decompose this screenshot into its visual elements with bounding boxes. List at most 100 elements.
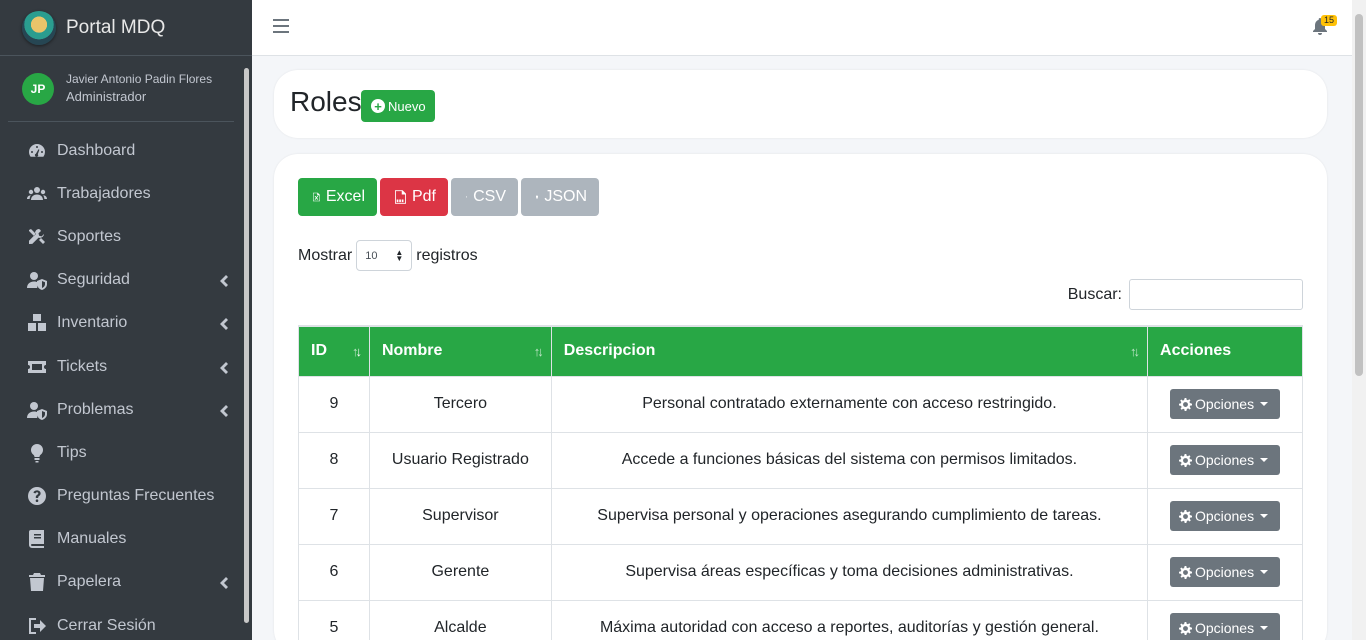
- sidebar-item-label: Tips: [57, 443, 87, 461]
- sidebar-item-label: Papelera: [57, 573, 122, 591]
- cell-descripcion: Accede a funciones básicas del sistema c…: [550, 431, 1149, 489]
- question-circle-icon: [26, 485, 48, 507]
- chevron-left-icon: [218, 317, 228, 331]
- sidebar-item-preguntas-frecuentes[interactable]: Preguntas Frecuentes: [0, 475, 252, 518]
- column-header-acciones: Acciones: [1147, 325, 1303, 377]
- options-dropdown-button[interactable]: Opciones: [1169, 389, 1281, 419]
- table-row: 5 Alcalde Máxima autoridad con acceso a …: [298, 599, 1303, 640]
- sidebar-item-inventario[interactable]: Inventario: [0, 302, 252, 345]
- sidebar-item-label: Soportes: [57, 227, 122, 245]
- plus-circle-icon: +: [371, 99, 385, 113]
- show-suffix: registros: [416, 246, 478, 264]
- notifications-bell-icon[interactable]: 15: [1312, 15, 1338, 36]
- cell-id: 6: [298, 543, 370, 601]
- sidebar-item-label: Trabajadores: [57, 184, 151, 202]
- roles-table-card: Excel Pdf CSV JSON Mostrar 10 ▲ ▼ registr…: [274, 154, 1327, 640]
- sidebar-item-label: Cerrar Sesión: [57, 616, 156, 634]
- cell-nombre: Gerente: [368, 543, 552, 601]
- cell-id: 7: [298, 487, 370, 545]
- user-panel[interactable]: JP Javier Antonio Padin Flores Administr…: [8, 56, 234, 122]
- file-excel-icon: [313, 192, 320, 202]
- sidebar-item-tips[interactable]: Tips: [0, 431, 252, 474]
- table-row: 7 Supervisor Supervisa personal y operac…: [298, 487, 1303, 545]
- file-csv-icon: [466, 196, 468, 198]
- sidebar-item-seguridad[interactable]: Seguridad: [0, 259, 252, 302]
- cell-acciones: Opciones: [1147, 431, 1303, 489]
- chevron-left-icon: [218, 361, 228, 374]
- gear-icon: [1178, 565, 1192, 579]
- column-header-id[interactable]: ID ↑↓: [298, 325, 370, 377]
- search-input[interactable]: [1129, 279, 1303, 310]
- export-excel-button[interactable]: Excel: [298, 178, 377, 216]
- cell-acciones: Opciones: [1147, 599, 1303, 640]
- sidebar-item-dashboard[interactable]: Dashboard: [0, 129, 252, 172]
- sort-desc-icon: ↑↓: [351, 344, 362, 359]
- avatar: JP: [22, 72, 54, 105]
- cell-id: 8: [298, 431, 370, 489]
- page-length-select[interactable]: 10 ▲ ▼: [356, 240, 413, 271]
- gear-icon: [1178, 397, 1192, 411]
- table-header-row: ID ↑↓ Nombre ↑↓ Descripcion ↑↓ Acciones: [298, 325, 1303, 377]
- gear-icon: [1178, 621, 1192, 635]
- options-dropdown-button[interactable]: Opciones: [1169, 445, 1281, 475]
- sidebar-item-trabajadores[interactable]: Trabajadores: [0, 172, 252, 215]
- export-json-label: JSON: [544, 188, 587, 205]
- roles-table: ID ↑↓ Nombre ↑↓ Descripcion ↑↓ Acciones 9 T…: [298, 325, 1303, 640]
- top-navbar: 15: [252, 0, 1352, 56]
- sidebar-scrollbar[interactable]: [243, 58, 250, 638]
- sidebar-item-label: Tickets: [57, 357, 108, 375]
- page-length-value: 10: [365, 249, 378, 262]
- page-length-control: Mostrar 10 ▲ ▼ registros: [298, 240, 478, 271]
- cell-id: 5: [298, 599, 370, 640]
- export-pdf-button[interactable]: Pdf: [380, 178, 448, 216]
- column-header-descripcion[interactable]: Descripcion ↑↓: [550, 325, 1149, 377]
- menu-toggle-icon[interactable]: [273, 19, 289, 33]
- cell-acciones: Opciones: [1147, 543, 1303, 601]
- user-role: Administrador: [66, 88, 147, 104]
- cell-nombre: Tercero: [368, 375, 552, 433]
- options-dropdown-button[interactable]: Opciones: [1169, 613, 1281, 640]
- user-shield-icon: [26, 269, 48, 291]
- brand-logo: [22, 10, 56, 45]
- export-buttons: Excel Pdf CSV JSON: [298, 178, 602, 216]
- file-code-icon: [536, 195, 539, 199]
- sidebar-item-papelera[interactable]: Papelera: [0, 561, 252, 604]
- page-title: Roles: [290, 86, 362, 117]
- cell-id: 9: [298, 375, 370, 433]
- sidebar-item-problemas[interactable]: Problemas: [0, 388, 252, 431]
- sidebar-item-cerrar-sesion[interactable]: Cerrar Sesión: [0, 604, 252, 640]
- export-excel-label: Excel: [325, 188, 365, 205]
- chevron-left-icon: [218, 576, 228, 590]
- sidebar-item-label: Inventario: [57, 314, 128, 332]
- export-csv-button[interactable]: CSV: [451, 178, 518, 216]
- file-pdf-icon: [395, 190, 406, 204]
- table-row: 9 Tercero Personal contratado externamen…: [298, 375, 1303, 433]
- sidebar-item-manuales[interactable]: Manuales: [0, 518, 252, 561]
- cell-acciones: Opciones: [1147, 375, 1303, 433]
- export-json-button[interactable]: JSON: [521, 178, 599, 216]
- trash-icon: [26, 571, 48, 593]
- chevron-left-icon: [218, 274, 228, 288]
- sidebar-item-soportes[interactable]: Soportes: [0, 215, 252, 258]
- user-name: Javier Antonio Padin Flores: [66, 72, 213, 86]
- gear-icon: [1178, 509, 1192, 523]
- new-role-button[interactable]: + Nuevo: [361, 90, 435, 122]
- search-label: Buscar:: [1067, 285, 1122, 303]
- sort-icon: ↑↓: [1130, 344, 1140, 359]
- lightbulb-icon: [26, 442, 48, 464]
- cell-nombre: Usuario Registrado: [368, 431, 552, 489]
- sign-out-icon: [26, 615, 48, 637]
- column-header-nombre[interactable]: Nombre ↑↓: [368, 325, 552, 377]
- cell-descripcion: Máxima autoridad con acceso a reportes, …: [550, 599, 1149, 640]
- export-pdf-label: Pdf: [411, 188, 436, 205]
- brand-link[interactable]: Portal MDQ: [0, 0, 252, 56]
- tachometer-icon: [26, 140, 48, 162]
- options-dropdown-button[interactable]: Opciones: [1169, 501, 1281, 531]
- cell-acciones: Opciones: [1147, 487, 1303, 545]
- page-scrollbar[interactable]: [1352, 0, 1366, 640]
- sidebar-item-tickets[interactable]: Tickets: [0, 345, 252, 388]
- sort-icon: ↑↓: [533, 344, 544, 359]
- table-row: 8 Usuario Registrado Accede a funciones …: [298, 431, 1303, 489]
- sidebar-item-label: Dashboard: [57, 141, 136, 159]
- options-dropdown-button[interactable]: Opciones: [1169, 557, 1281, 587]
